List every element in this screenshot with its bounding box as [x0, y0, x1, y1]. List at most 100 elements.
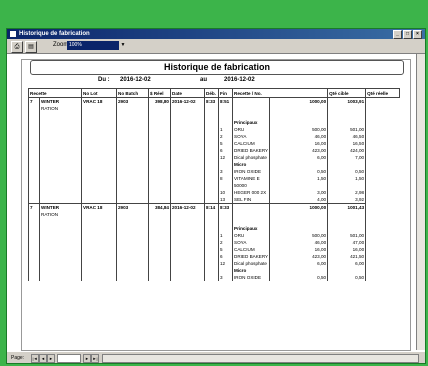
- table-cell: [28, 218, 40, 225]
- table-cell: [148, 211, 171, 218]
- table-cell: [218, 105, 233, 112]
- col-recette-no: Recette / No.: [231, 88, 329, 98]
- table-cell: [116, 126, 149, 133]
- table-cell: [116, 119, 149, 126]
- close-button[interactable]: ×: [413, 30, 422, 39]
- table-cell: [28, 105, 40, 112]
- col-qte-reelle: Qté réelle: [365, 88, 401, 98]
- table-cell: [81, 225, 117, 232]
- table-cell: [148, 225, 171, 232]
- table-cell: [218, 119, 233, 126]
- table-cell: WINTER: [39, 203, 82, 211]
- table-row: RATION: [28, 211, 400, 218]
- table-row: 7 WINTER VRAC 18 2903 398,80 2016-12-02 8:33 8:…: [28, 97, 400, 105]
- table-row: 3 IRON OXIDE 0,50 0,50: [28, 274, 400, 281]
- table-cell: [148, 267, 171, 274]
- table-cell: [170, 189, 205, 196]
- table-cell: [148, 274, 171, 281]
- table-cell: 2: [218, 239, 233, 246]
- from-label: Du :: [98, 77, 110, 83]
- table-cell: Principaux: [231, 225, 271, 232]
- table-cell: [204, 253, 219, 260]
- table-cell: [28, 140, 40, 147]
- table-cell: [116, 267, 149, 274]
- table-cell: 3,00: [269, 189, 329, 196]
- table-cell: [81, 168, 117, 175]
- table-cell: [231, 112, 271, 119]
- table-cell: [327, 105, 367, 112]
- table-cell: 3,92: [327, 196, 367, 204]
- table-cell: DRIED BAKERY: [231, 253, 271, 260]
- table-cell: [28, 168, 40, 175]
- table-cell: [81, 189, 117, 196]
- table-row: 50000: [28, 182, 400, 189]
- table-row: Principaux: [28, 225, 400, 232]
- table-cell: 2016-12-02: [170, 203, 205, 211]
- table-cell: [28, 253, 40, 260]
- minimize-button[interactable]: _: [393, 30, 402, 39]
- last-page-button[interactable]: ►|: [91, 354, 99, 363]
- table-cell: [116, 225, 149, 232]
- table-cell: [81, 246, 117, 253]
- table-cell: [327, 225, 367, 232]
- table-cell: [231, 97, 271, 105]
- next-page-button-2[interactable]: ►: [83, 354, 91, 363]
- table-cell: [28, 147, 40, 154]
- table-cell: 46,50: [327, 133, 367, 140]
- table-cell: [81, 218, 117, 225]
- table-cell: [81, 133, 117, 140]
- table-cell: [28, 126, 40, 133]
- col-no-lot: No Lot: [81, 88, 117, 98]
- chevron-down-icon[interactable]: ▼: [119, 41, 127, 50]
- table-cell: [116, 232, 149, 239]
- page-number-input[interactable]: [57, 354, 81, 363]
- table-cell: 8:51: [218, 97, 233, 105]
- first-page-button[interactable]: |◄: [31, 354, 39, 363]
- table-cell: 8:33: [204, 97, 219, 105]
- table-cell: [116, 182, 149, 189]
- table-cell: [170, 182, 205, 189]
- vertical-scrollbar[interactable]: [416, 54, 425, 350]
- table-row: 6 DRIED BAKERY 423,00 421,50: [28, 253, 400, 260]
- zoom-select[interactable]: 100% ▼: [67, 41, 127, 50]
- col-recette: Recette: [28, 88, 82, 98]
- export-button[interactable]: ▤: [25, 41, 37, 53]
- table-cell: 1000,00: [269, 203, 329, 211]
- table-row: 10 HEGER 000 2X 3,00 2,98: [28, 189, 400, 196]
- table-row: [28, 218, 400, 225]
- table-cell: 423,00: [269, 253, 329, 260]
- table-row: 12 Dical phosphate 6,00 6,00: [28, 260, 400, 267]
- table-cell: [170, 105, 205, 112]
- table-cell: [170, 253, 205, 260]
- table-cell: [204, 246, 219, 253]
- table-cell: [39, 133, 82, 140]
- from-date: 2016-12-02: [120, 77, 151, 83]
- table-cell: 16,00: [327, 246, 367, 253]
- table-cell: 12: [218, 260, 233, 267]
- table-cell: 500,00: [269, 232, 329, 239]
- table-cell: 421,50: [327, 253, 367, 260]
- print-button[interactable]: ⎙: [11, 41, 23, 53]
- table-cell: IRON OXIDE: [231, 274, 271, 281]
- table-cell: [81, 119, 117, 126]
- table-cell: [39, 246, 82, 253]
- report-page: Historique de fabrication Du : 2016-12-0…: [21, 59, 411, 351]
- table-cell: 6,00: [269, 260, 329, 267]
- prev-page-button[interactable]: ◄: [39, 354, 47, 363]
- table-cell: [231, 218, 271, 225]
- horizontal-scrollbar[interactable]: [102, 354, 419, 363]
- table-cell: [39, 260, 82, 267]
- table-cell: [28, 189, 40, 196]
- maximize-button[interactable]: □: [403, 30, 412, 39]
- col-no-batch: No Batch: [116, 88, 149, 98]
- table-cell: [81, 260, 117, 267]
- table-cell: 501,00: [327, 232, 367, 239]
- table-cell: VITAMINE E: [231, 175, 271, 182]
- table-cell: CALCIUM: [231, 140, 271, 147]
- next-page-button[interactable]: ►: [47, 354, 55, 363]
- page-label: Page:: [11, 355, 25, 361]
- table-cell: [116, 147, 149, 154]
- table-cell: ORU: [231, 232, 271, 239]
- table-cell: 8: [218, 175, 233, 182]
- table-cell: [116, 253, 149, 260]
